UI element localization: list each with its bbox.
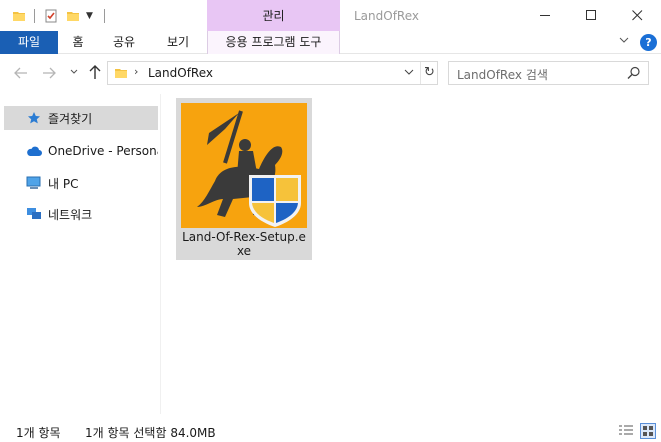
tab-home[interactable]: 홈 (62, 31, 94, 54)
ribbon-tab-bar: 파일 홈 공유 보기 응용 프로그램 도구 ? (0, 31, 661, 54)
help-icon[interactable]: ? (640, 34, 657, 51)
nav-item-network[interactable]: 네트워크 (4, 202, 158, 226)
nav-item-label: 즐겨찾기 (48, 111, 93, 126)
breadcrumb-separator[interactable]: › (134, 65, 138, 78)
nav-item-label: 내 PC (48, 176, 79, 191)
status-bar: 1개 항목 1개 항목 선택함 84.0MB (0, 420, 661, 442)
window-title: LandOfRex (354, 9, 420, 23)
star-icon (26, 110, 42, 126)
customize-toolbar-icon[interactable]: ▼ (86, 7, 93, 25)
large-icons-view-icon[interactable] (640, 423, 656, 439)
tab-file[interactable]: 파일 (0, 31, 58, 54)
details-view-icon[interactable] (618, 424, 634, 441)
back-arrow-icon[interactable] (14, 66, 28, 84)
search-placeholder: LandOfRex 검색 (457, 68, 548, 82)
quick-access-divider (34, 9, 35, 23)
maximize-button[interactable] (568, 0, 614, 31)
nav-item-quick-access[interactable]: 즐겨찾기 (4, 106, 158, 130)
item-count: 1개 항목 (16, 426, 61, 440)
nav-item-this-pc[interactable]: 내 PC (4, 171, 158, 195)
tab-share[interactable]: 공유 (104, 31, 144, 54)
address-bar[interactable]: › LandOfRex ↻ (107, 61, 438, 85)
recent-locations-icon[interactable] (70, 68, 78, 77)
search-icon[interactable] (627, 66, 641, 83)
title-bar: ▼ 관리 LandOfRex (0, 0, 661, 31)
network-icon (26, 206, 42, 222)
forward-arrow-icon[interactable] (42, 66, 56, 84)
file-item[interactable]: Land-Of-Rex-Setup.exe (176, 98, 312, 260)
properties-icon[interactable] (44, 7, 58, 25)
computer-icon (26, 175, 42, 191)
nav-item-label: OneDrive - Personal (48, 144, 158, 158)
folder-icon (114, 66, 128, 83)
file-name: Land-Of-Rex-Setup.exe (182, 230, 306, 258)
cloud-icon (26, 143, 42, 159)
tab-view[interactable]: 보기 (158, 31, 198, 54)
folder-icon[interactable] (12, 7, 26, 25)
navigation-pane: 즐겨찾기 OneDrive - Personal 내 PC 네트워크 (0, 94, 161, 414)
tab-application-tools[interactable]: 응용 프로그램 도구 (207, 31, 340, 54)
quick-access-divider (104, 9, 105, 23)
close-button[interactable] (614, 0, 660, 31)
address-row: › LandOfRex ↻ LandOfRex 검색 (0, 54, 661, 94)
knight-shield-installer-icon (181, 103, 307, 228)
nav-item-onedrive[interactable]: OneDrive - Personal (4, 139, 158, 163)
refresh-icon[interactable]: ↻ (420, 62, 438, 84)
search-input[interactable]: LandOfRex 검색 (448, 61, 649, 85)
nav-item-label: 네트워크 (48, 207, 93, 222)
breadcrumb-current[interactable]: LandOfRex (148, 66, 213, 80)
minimize-button[interactable] (522, 0, 568, 31)
address-dropdown-icon[interactable] (404, 68, 414, 79)
selection-info: 1개 항목 선택함 84.0MB (85, 426, 216, 440)
contextual-tab-manage: 관리 (207, 0, 340, 31)
new-folder-icon[interactable] (66, 7, 80, 25)
up-arrow-icon[interactable] (88, 64, 102, 84)
file-list: Land-Of-Rex-Setup.exe (162, 94, 661, 414)
expand-ribbon-icon[interactable] (619, 35, 629, 48)
